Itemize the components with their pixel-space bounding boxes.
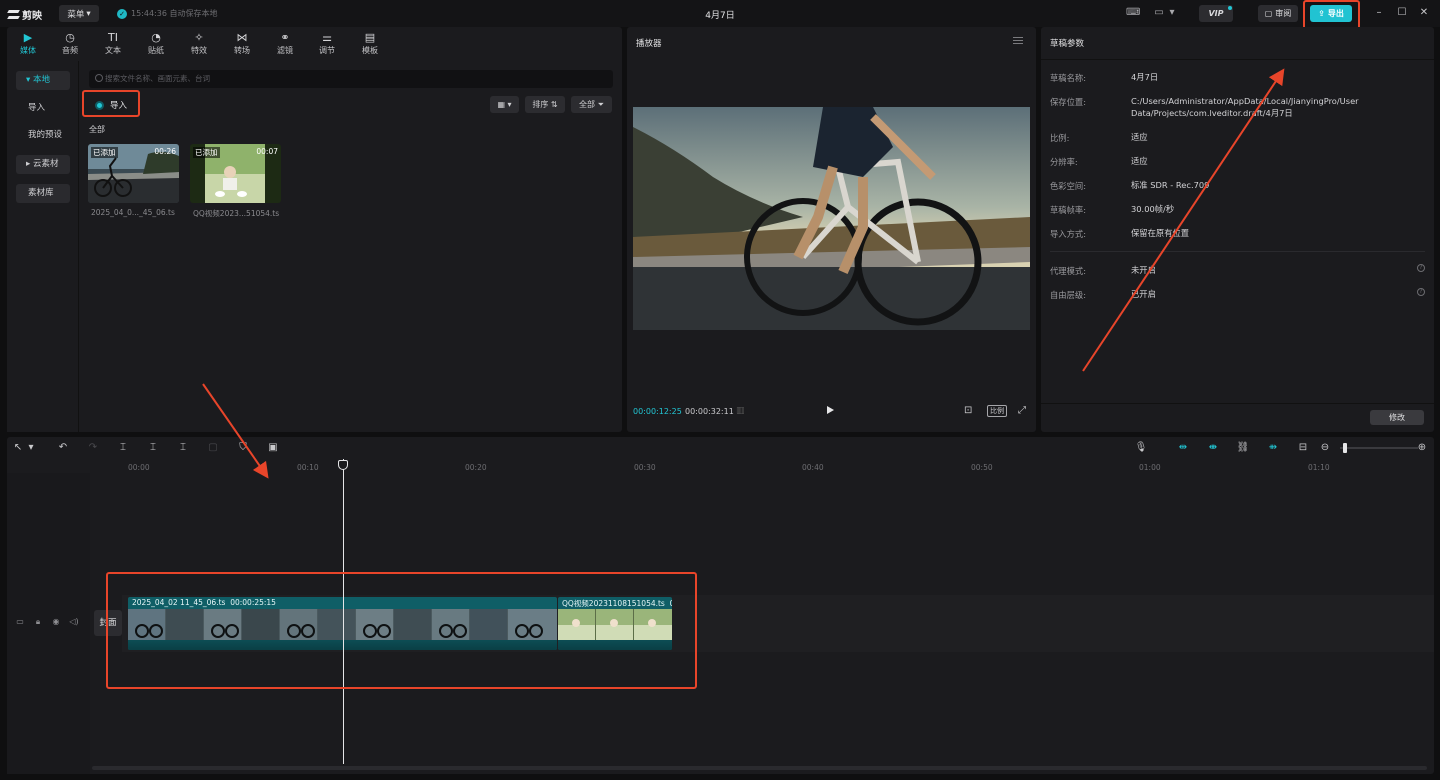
annotation-arrows (202, 68, 1285, 479)
arrow-to-export (1082, 68, 1285, 372)
arrow-to-timeline (202, 383, 269, 479)
